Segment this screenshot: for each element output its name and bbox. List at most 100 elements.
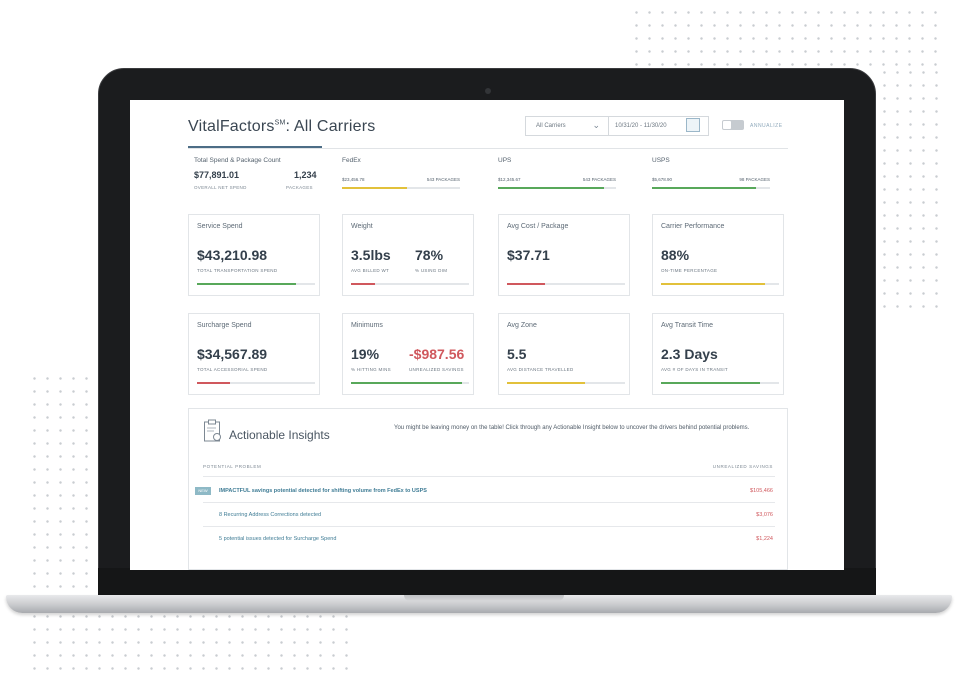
card-caption: AVG # OF DAYS IN TRANSIT xyxy=(661,367,728,372)
header-divider xyxy=(188,148,788,149)
decorative-dot-pattern-left xyxy=(28,372,98,592)
annualize-toggle[interactable] xyxy=(722,120,744,130)
brand-name: VitalFactors xyxy=(188,118,275,135)
carrier-packages: 543 PACKAGES xyxy=(582,177,616,182)
card-weight[interactable]: Weight 3.5lbs 78% AVG BILLED WT % USING … xyxy=(342,214,474,296)
card-value: 3.5lbs xyxy=(351,247,391,263)
card-label: Weight xyxy=(351,223,373,230)
card-label: Service Spend xyxy=(197,223,243,230)
row-divider xyxy=(203,502,775,503)
card-progress-fill xyxy=(197,283,297,285)
insight-row-savings: $3,076 xyxy=(756,512,773,518)
card-caption: TOTAL TRANSPORTATION SPEND xyxy=(197,268,278,273)
carrier-spend: $12,345.67 xyxy=(498,177,521,182)
carrier-name: USPS xyxy=(652,157,670,164)
date-range-value: 10/31/20 - 11/30/20 xyxy=(615,123,667,129)
card-label: Avg Cost / Package xyxy=(507,223,569,230)
laptop-notch xyxy=(404,595,564,601)
summary-total-count-caption: PACKAGES xyxy=(286,185,313,190)
card-label: Avg Zone xyxy=(507,322,537,329)
card-caption: TOTAL ACCESSORIAL SPEND xyxy=(197,367,268,372)
decorative-dot-pattern-top-right xyxy=(630,6,945,66)
card-label: Avg Transit Time xyxy=(661,322,714,329)
card-progress-fill xyxy=(351,382,462,384)
insight-row-savings: $105,466 xyxy=(750,488,773,494)
card-caption: ON-TIME PERCENTAGE xyxy=(661,268,718,273)
insight-row-savings: $1,224 xyxy=(756,536,773,542)
card-progress-bar xyxy=(661,382,779,384)
card-caption: AVG DISTANCE TRAVELLED xyxy=(507,367,574,372)
card-value: 19% xyxy=(351,346,380,362)
card-value: $34,567.89 xyxy=(197,346,268,362)
carrier-bar xyxy=(342,187,460,189)
summary-total-spend: $77,891.01 xyxy=(194,170,240,180)
laptop-screen: VitalFactorsSM: All Carriers All Carrier… xyxy=(130,100,844,570)
card-label: Minimums xyxy=(351,322,383,329)
new-badge: NEW xyxy=(195,487,211,495)
annualize-label: ANNUALIZE xyxy=(750,123,783,129)
card-progress-fill xyxy=(197,382,231,384)
title-suffix: : All Carriers xyxy=(285,118,376,135)
summary-total-label: Total Spend & Package Count xyxy=(194,157,281,164)
card-minimums[interactable]: Minimums 19% -$987.56 % HITTING MINS UNR… xyxy=(342,313,474,395)
column-header-savings: UNREALIZED SAVINGS xyxy=(712,464,773,469)
marketing-image: VitalFactorsSM: All Carriers All Carrier… xyxy=(0,0,955,684)
card-avg-transit-time[interactable]: Avg Transit Time 2.3 Days AVG # OF DAYS … xyxy=(652,313,784,395)
card-progress-fill xyxy=(351,283,375,285)
insight-row-link[interactable]: 5 potential issues detected for Surcharg… xyxy=(219,536,336,542)
carrier-packages: 543 PACKAGES xyxy=(426,177,460,182)
calendar-icon[interactable] xyxy=(686,118,700,132)
card-progress-bar xyxy=(661,283,779,285)
card-progress-bar xyxy=(507,283,625,285)
summary-total-count: 1,234 xyxy=(294,170,317,180)
card-label: Surcharge Spend xyxy=(197,322,252,329)
brand-service-mark: SM xyxy=(274,119,286,127)
carrier-spend: $5,678.90 xyxy=(652,177,673,182)
card-value: 5.5 xyxy=(507,346,527,362)
card-value: $43,210.98 xyxy=(197,247,268,263)
card-value: 2.3 Days xyxy=(661,346,718,362)
carrier-select-value: All Carriers xyxy=(536,123,566,129)
card-progress-fill xyxy=(661,382,761,384)
carrier-select[interactable]: All Carriers ⌄ xyxy=(525,116,609,136)
card-progress-fill xyxy=(661,283,765,285)
card-caption-secondary: % USING DIM xyxy=(415,268,448,273)
card-caption: AVG BILLED WT xyxy=(351,268,390,273)
camera-icon xyxy=(485,88,491,94)
carrier-spend: $23,456.78 xyxy=(342,177,365,182)
card-progress-fill xyxy=(507,283,545,285)
card-service-spend[interactable]: Service Spend $43,210.98 TOTAL TRANSPORT… xyxy=(188,214,320,296)
card-progress-bar xyxy=(197,283,315,285)
insight-row-link[interactable]: IMPACTFUL savings potential detected for… xyxy=(219,488,427,494)
summary-total-spend-caption: OVERALL NET SPEND xyxy=(194,185,247,190)
column-header-problem: POTENTIAL PROBLEM xyxy=(203,464,262,469)
card-value: $37.71 xyxy=(507,247,550,263)
chevron-down-icon: ⌄ xyxy=(592,120,600,130)
insight-row-link[interactable]: 8 Recurring Address Corrections detected xyxy=(219,512,321,518)
carrier-name: UPS xyxy=(498,157,512,164)
page-title: VitalFactorsSM: All Carriers xyxy=(188,118,375,136)
carrier-bar-fill xyxy=(652,187,756,189)
card-avg-cost-package[interactable]: Avg Cost / Package $37.71 xyxy=(498,214,630,296)
actionable-insights-panel: Actionable Insights You might be leaving… xyxy=(188,408,788,570)
card-value: 88% xyxy=(661,247,690,263)
insights-description: You might be leaving money on the table!… xyxy=(394,425,750,431)
card-surcharge-spend[interactable]: Surcharge Spend $34,567.89 TOTAL ACCESSO… xyxy=(188,313,320,395)
card-caption: % HITTING MINS xyxy=(351,367,391,372)
carrier-bar-fill xyxy=(498,187,605,189)
dashboard: VitalFactorsSM: All Carriers All Carrier… xyxy=(130,100,844,570)
carrier-bar xyxy=(652,187,770,189)
card-avg-zone[interactable]: Avg Zone 5.5 AVG DISTANCE TRAVELLED xyxy=(498,313,630,395)
card-progress-bar xyxy=(507,382,625,384)
carrier-packages: 98 PACKAGES xyxy=(739,177,770,182)
card-carrier-performance[interactable]: Carrier Performance 88% ON-TIME PERCENTA… xyxy=(652,214,784,296)
carrier-bar xyxy=(498,187,616,189)
carrier-bar-fill xyxy=(342,187,407,189)
insights-title: Actionable Insights xyxy=(229,428,330,442)
card-caption-secondary: UNREALIZED SAVINGS xyxy=(409,367,464,372)
card-progress-bar xyxy=(351,382,469,384)
card-value-secondary: 78% xyxy=(415,247,444,263)
clipboard-icon xyxy=(204,419,221,442)
decorative-dot-pattern-bottom xyxy=(28,610,358,680)
laptop-base xyxy=(6,595,952,613)
